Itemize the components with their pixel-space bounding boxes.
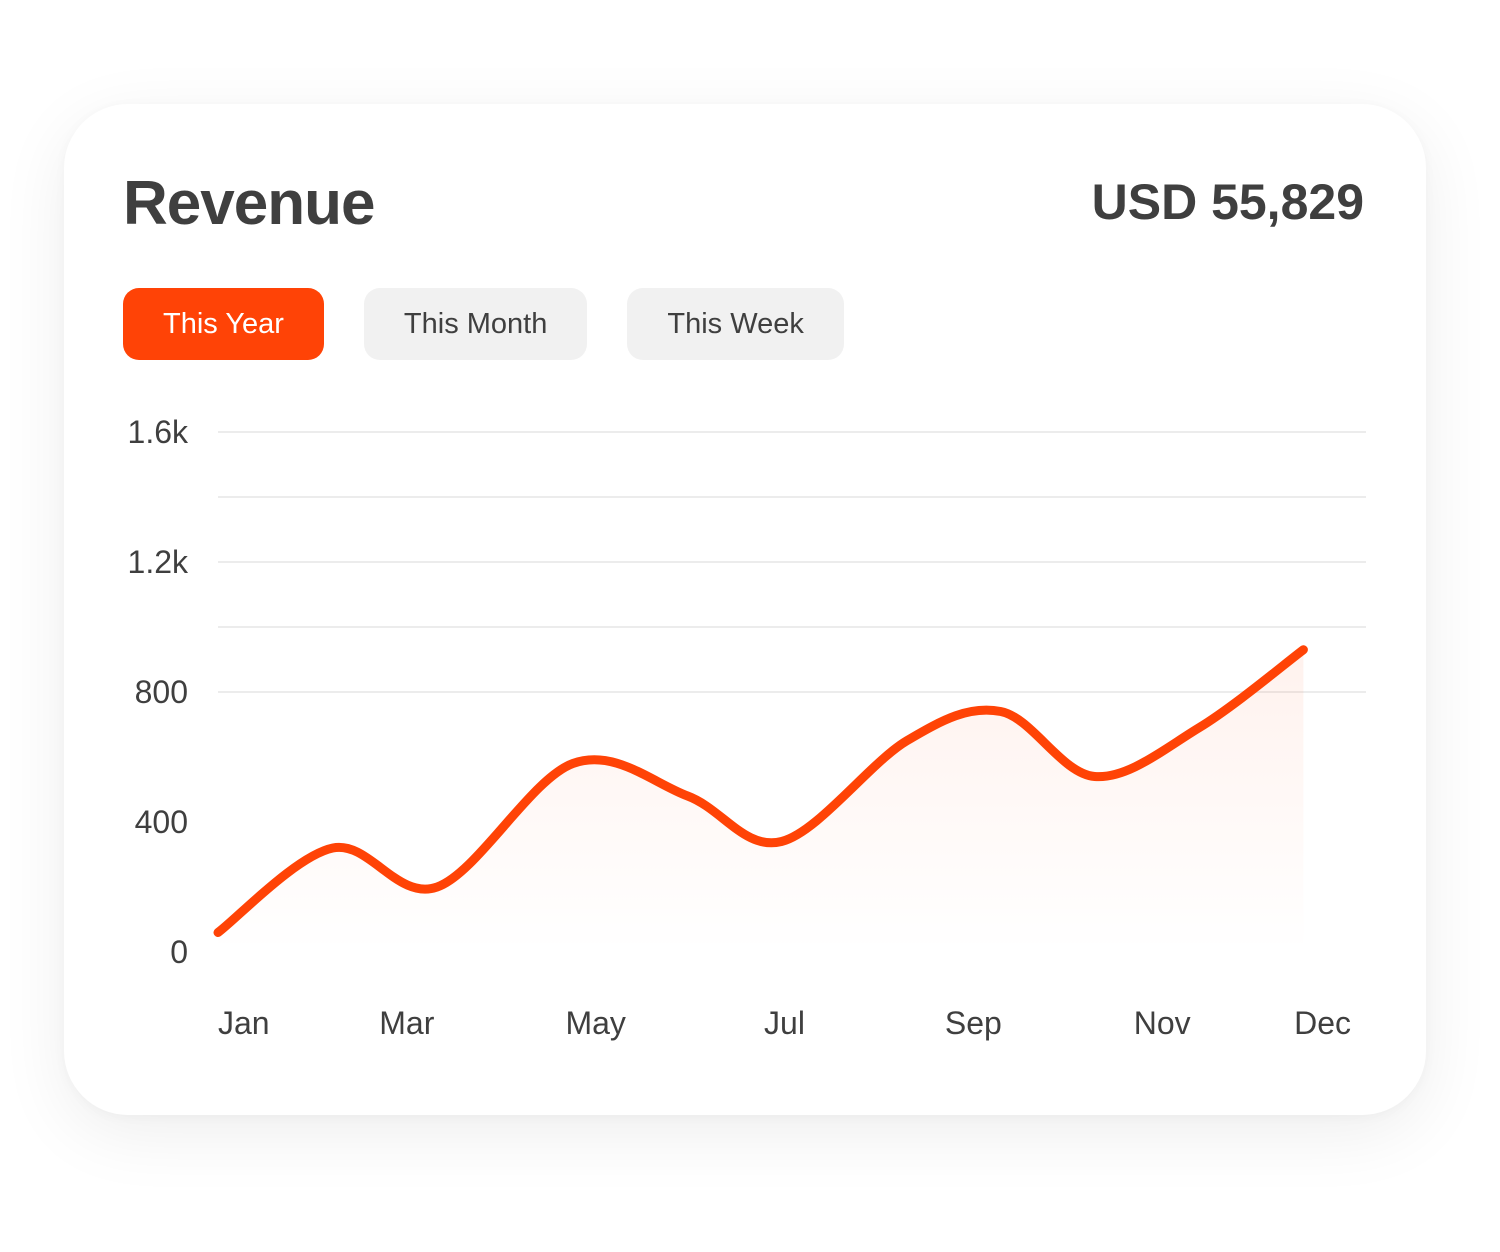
x-axis-labels: Jan Mar May Jul Sep Nov Dec <box>218 1005 1351 1041</box>
revenue-area <box>218 649 1304 952</box>
revenue-card: Revenue USD 55,829 This Year This Month … <box>64 104 1426 1115</box>
x-tick-label: Sep <box>945 1005 1002 1041</box>
x-tick-label: May <box>565 1005 625 1041</box>
x-tick-label: Nov <box>1134 1005 1191 1041</box>
y-tick-label: 800 <box>135 674 188 710</box>
x-tick-label: Jan <box>218 1005 270 1041</box>
revenue-chart: 0 400 800 1.2k 1.6k Jan Mar May Jul Sep Nov Dec <box>128 414 1366 1041</box>
y-tick-label: 1.2k <box>128 544 189 580</box>
x-tick-label: Dec <box>1294 1005 1351 1041</box>
y-tick-label: 1.6k <box>128 414 189 450</box>
y-tick-label: 0 <box>170 934 188 970</box>
grid-lines <box>218 431 1366 693</box>
x-tick-label: Jul <box>764 1005 805 1041</box>
y-axis-labels: 0 400 800 1.2k 1.6k <box>128 414 189 970</box>
y-tick-label: 400 <box>135 804 188 840</box>
x-tick-label: Mar <box>379 1005 434 1041</box>
